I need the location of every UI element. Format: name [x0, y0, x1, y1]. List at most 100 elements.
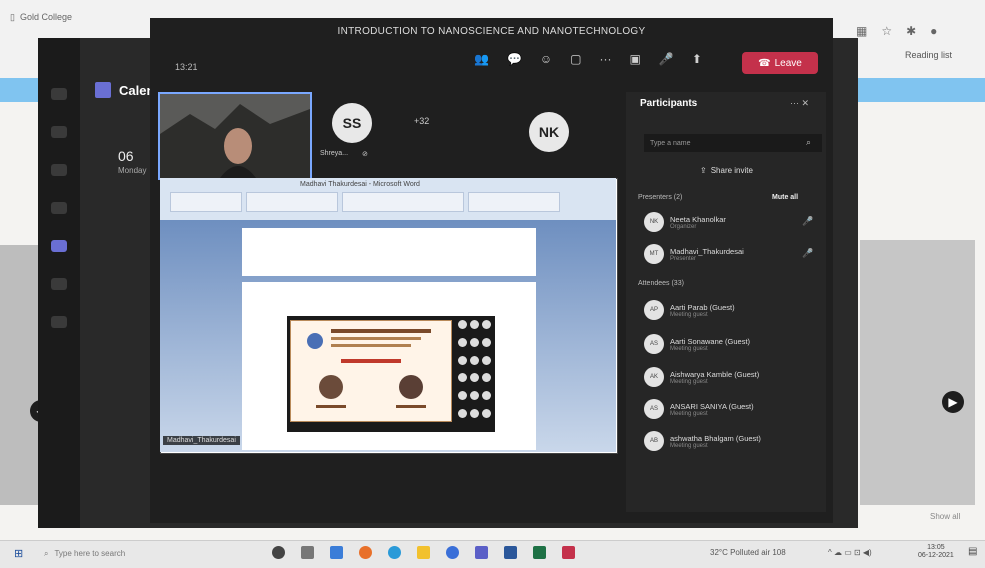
notifications-icon[interactable]: ▤ — [968, 546, 977, 557]
clock-time: 13:05 — [927, 544, 945, 551]
participant-name: Aarti Parab (Guest) — [670, 302, 735, 312]
teams-app-rail — [38, 38, 80, 528]
participant-avatar: AK — [644, 367, 664, 387]
more-icon[interactable]: ··· — [600, 52, 612, 66]
background-panel-right — [860, 240, 975, 505]
reading-list-button[interactable]: Reading list — [905, 50, 952, 60]
next-arrow-icon[interactable]: ▶ — [942, 391, 964, 413]
leave-label: Leave — [774, 57, 802, 69]
avatar-ss[interactable]: SS — [332, 103, 372, 143]
reactions-icon[interactable]: ☺ — [540, 52, 552, 66]
star-icon[interactable]: ☆ — [881, 24, 892, 38]
task-view-icon[interactable] — [301, 546, 314, 559]
taskbar-search[interactable]: ⌕ Type here to search — [44, 545, 244, 562]
participant-row[interactable]: AP Aarti Parab (Guest) Meeting guest — [644, 300, 814, 320]
assignments-icon[interactable] — [51, 202, 67, 214]
calendar-weekday: Monday — [118, 166, 147, 175]
participant-role: Meeting guest — [670, 442, 708, 449]
teams-taskbar-icon[interactable] — [475, 546, 488, 559]
rooms-icon[interactable]: ▢ — [570, 52, 581, 66]
show-all-link[interactable]: Show all — [930, 512, 960, 521]
participant-name: Neeta Khanolkar — [670, 214, 726, 224]
participant-search-input[interactable]: Type a name — [644, 134, 822, 152]
browser-tab[interactable]: ▯ Gold College — [4, 6, 160, 28]
taskbar-apps — [272, 546, 575, 559]
share-icon: ⇪ — [700, 166, 707, 175]
calendar-rail-icon[interactable] — [51, 240, 67, 252]
activity-icon[interactable] — [51, 88, 67, 100]
weather-widget[interactable]: 32°C Polluted air 108 — [710, 548, 786, 557]
participant-avatar: AP — [644, 300, 664, 320]
word-taskbar-icon[interactable] — [504, 546, 517, 559]
participant-role: Meeting guest — [670, 345, 708, 352]
participant-role: Organizer — [670, 223, 697, 230]
participants-title: Participants — [640, 98, 698, 109]
participant-row[interactable]: AK Aishwarya Kamble (Guest) Meeting gues… — [644, 367, 814, 387]
mic-icon: 🎤 — [802, 248, 814, 258]
teams-icon[interactable] — [51, 164, 67, 176]
files-icon[interactable] — [51, 316, 67, 328]
browser-app-icon[interactable] — [446, 546, 459, 559]
meeting-timer: 13:21 — [175, 62, 198, 72]
search-icon: ⌕ — [806, 137, 812, 147]
file-explorer-icon[interactable] — [417, 546, 430, 559]
profile-icon[interactable]: ● — [930, 24, 937, 38]
chat-bubble-icon[interactable]: 💬 — [507, 52, 522, 66]
share-invite-label: Share invite — [710, 166, 753, 175]
participant-avatar: AS — [644, 399, 664, 419]
system-tray-icons[interactable]: ^ ☁ ▭ ⊡ ◀) — [828, 548, 872, 557]
pdf-taskbar-icon[interactable] — [562, 546, 575, 559]
edge-icon[interactable] — [330, 546, 343, 559]
participant-row[interactable]: AS ANSARI SANIYA (Guest) Meeting guest — [644, 399, 814, 419]
grid-icon[interactable]: ▦ — [856, 24, 867, 38]
document-page — [242, 228, 536, 276]
mute-all-button[interactable]: Mute all — [772, 194, 798, 201]
participant-row[interactable]: AB ashwatha Bhalgam (Guest) Meeting gues… — [644, 431, 814, 451]
participant-avatar: AB — [644, 431, 664, 451]
participant-row[interactable]: MT Madhavi_Thakurdesai Presenter — [644, 244, 814, 264]
participant-row[interactable]: AS Aarti Sonawane (Guest) Meeting guest — [644, 334, 814, 354]
participant-name: Madhavi_Thakurdesai — [670, 246, 744, 256]
attendees-header[interactable]: Attendees (33) — [638, 280, 684, 287]
participant-row[interactable]: NK Neeta Khanolkar Organizer — [644, 212, 814, 232]
presenters-header[interactable]: Presenters (2) — [638, 194, 682, 201]
camera-icon[interactable]: ▣ — [630, 52, 641, 66]
clock-date: 06-12-2021 — [918, 552, 954, 559]
more-participants-count[interactable]: +32 — [414, 116, 429, 126]
cortana-icon[interactable] — [272, 546, 285, 559]
chrome-icon[interactable] — [388, 546, 401, 559]
participant-avatar: MT — [644, 244, 664, 264]
mic-off-icon: ⊘ — [362, 151, 368, 158]
participant-name: ashwatha Bhalgam (Guest) — [670, 433, 761, 443]
participant-name: ANSARI SANIYA (Guest) — [670, 401, 754, 411]
excel-taskbar-icon[interactable] — [533, 546, 546, 559]
participant-name: Aarti Sonawane (Guest) — [670, 336, 751, 346]
leave-button[interactable]: ☎ Leave — [742, 52, 818, 74]
meeting-controls: 👥 💬 ☺ ▢ ··· ▣ 🎤 ⬆ — [474, 52, 702, 66]
panel-more-icon[interactable]: ··· ✕ — [790, 98, 809, 109]
extension-icon[interactable]: ✱ — [906, 24, 916, 38]
windows-start-icon[interactable]: ⊞ — [14, 547, 23, 560]
browser-tab-title: Gold College — [19, 12, 72, 22]
browser-toolbar-icons: ▦ ☆ ✱ ● — [856, 24, 937, 38]
chat-icon[interactable] — [51, 126, 67, 138]
avatar-nk[interactable]: NK — [529, 112, 569, 152]
participant-role: Meeting guest — [670, 410, 708, 417]
participant-role: Meeting guest — [670, 378, 708, 385]
tile-name-ss: Shreya... — [320, 150, 349, 157]
video-tile-camera[interactable] — [158, 92, 312, 180]
firefox-icon[interactable] — [359, 546, 372, 559]
presenter-name-tag: Madhavi_Thakurdesai — [163, 436, 240, 445]
calls-icon[interactable] — [51, 278, 67, 290]
certificate-graphic — [307, 329, 431, 408]
calendar-icon — [95, 82, 111, 98]
taskbar-clock[interactable]: 13:05 06-12-2021 — [918, 544, 954, 560]
mic-icon[interactable]: 🎤 — [659, 52, 674, 66]
word-window-title: Madhavi Thakurdesai - Microsoft Word — [300, 181, 420, 188]
participant-name: Aishwarya Kamble (Guest) — [670, 369, 760, 379]
calendar-day: 06 — [118, 148, 134, 164]
share-invite-button[interactable]: ⇪ Share invite — [700, 166, 753, 175]
participants-icon[interactable]: 👥 — [474, 52, 489, 66]
share-tray-icon[interactable]: ⬆ — [692, 52, 702, 66]
participant-avatar: NK — [644, 212, 664, 232]
